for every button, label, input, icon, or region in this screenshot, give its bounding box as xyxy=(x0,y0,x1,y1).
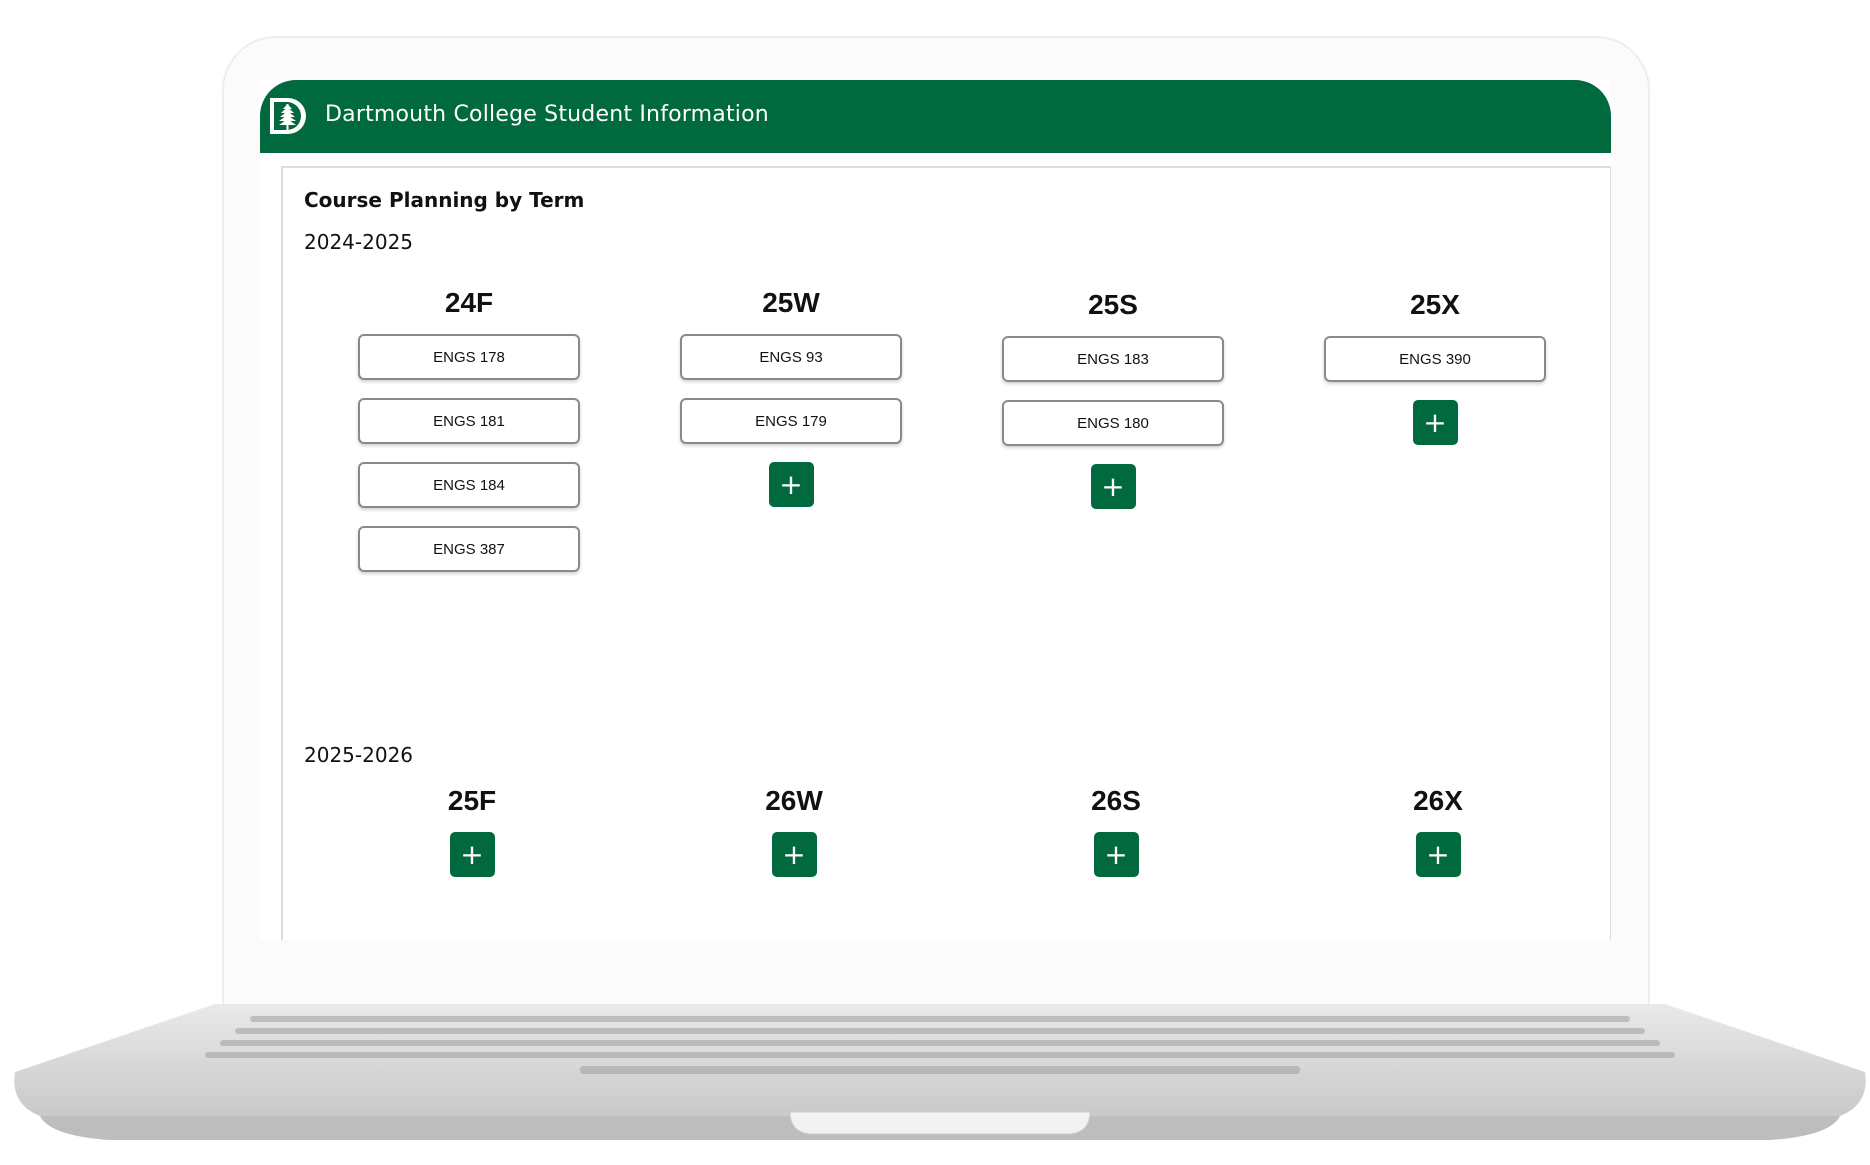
plus-icon: + xyxy=(460,837,484,871)
dartmouth-pine-logo-icon xyxy=(270,98,306,134)
term-column-24f: 24F ENGS 178 ENGS 181 ENGS 184 ENGS 387 xyxy=(358,286,580,590)
add-course-button[interactable]: + xyxy=(771,832,817,877)
term-column-26s: 26S + xyxy=(1005,784,1227,877)
term-column-26w: 26W + xyxy=(683,784,905,877)
add-course-button[interactable]: + xyxy=(1093,832,1139,877)
add-course-button[interactable]: + xyxy=(1412,400,1458,445)
term-label: 26X xyxy=(1413,785,1463,816)
plus-icon: + xyxy=(782,837,806,871)
course-planning-panel: Course Planning by Term 2024-2025 24F EN… xyxy=(281,166,1611,940)
page-title: Course Planning by Term xyxy=(304,188,585,212)
add-course-button[interactable]: + xyxy=(1415,832,1461,877)
course-card[interactable]: ENGS 93 xyxy=(680,334,902,380)
term-column-25w: 25W ENGS 93 ENGS 179 + xyxy=(680,286,902,507)
term-label: 25W xyxy=(762,287,820,318)
term-label: 25F xyxy=(447,785,497,816)
add-course-button[interactable]: + xyxy=(449,832,495,877)
term-label: 26W xyxy=(765,785,823,816)
app-title: Dartmouth College Student Information xyxy=(325,102,769,127)
app-header: Dartmouth College Student Information xyxy=(260,80,1611,153)
course-card[interactable]: ENGS 178 xyxy=(358,334,580,380)
term-column-25x: 25X ENGS 390 + xyxy=(1324,288,1546,445)
course-card[interactable]: ENGS 180 xyxy=(1002,400,1224,446)
term-label: 26S xyxy=(1091,785,1141,816)
plus-icon: + xyxy=(1101,469,1125,503)
add-course-button[interactable]: + xyxy=(768,462,814,507)
plus-icon: + xyxy=(1426,837,1450,871)
plus-icon: + xyxy=(779,467,803,501)
term-label: 25X xyxy=(1410,289,1460,320)
term-label: 24F xyxy=(444,287,494,318)
laptop-scene: Dartmouth College Student Information Co… xyxy=(0,0,1870,1165)
term-column-25f: 25F + xyxy=(361,784,583,877)
term-column-26x: 26X + xyxy=(1327,784,1549,877)
add-course-button[interactable]: + xyxy=(1090,464,1136,509)
laptop-screen: Dartmouth College Student Information Co… xyxy=(260,80,1611,940)
course-card[interactable]: ENGS 387 xyxy=(358,526,580,572)
year-label: 2024-2025 xyxy=(304,230,414,254)
course-card[interactable]: ENGS 181 xyxy=(358,398,580,444)
course-card[interactable]: ENGS 179 xyxy=(680,398,902,444)
course-card[interactable]: ENGS 183 xyxy=(1002,336,1224,382)
plus-icon: + xyxy=(1423,405,1447,439)
plus-icon: + xyxy=(1104,837,1128,871)
term-label: 25S xyxy=(1088,289,1138,320)
laptop-base xyxy=(14,1004,1866,1140)
term-column-25s: 25S ENGS 183 ENGS 180 + xyxy=(1002,288,1224,509)
course-card[interactable]: ENGS 390 xyxy=(1324,336,1546,382)
course-card[interactable]: ENGS 184 xyxy=(358,462,580,508)
year-label: 2025-2026 xyxy=(304,743,414,767)
